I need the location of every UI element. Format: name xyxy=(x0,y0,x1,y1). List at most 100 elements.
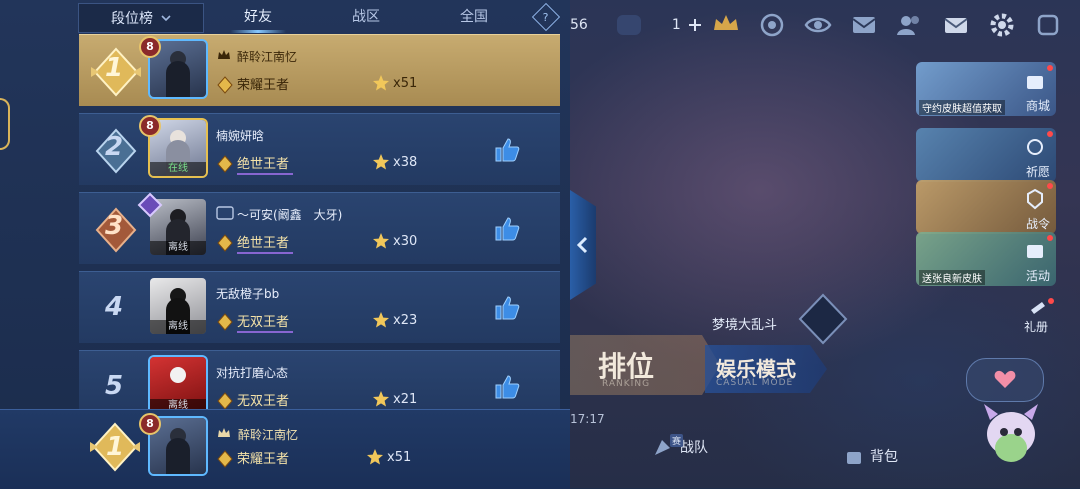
shop-caption: 守约皮肤超值获取 xyxy=(919,100,1005,115)
team-badge: 赛 xyxy=(670,434,684,447)
notification-dot xyxy=(1047,65,1053,71)
tab-region[interactable]: 战区 xyxy=(312,0,420,34)
chevron-left-icon xyxy=(576,236,588,254)
rank-number: 5 xyxy=(104,371,124,401)
star-icon xyxy=(373,312,389,328)
events-caption: 送张良新皮肤 xyxy=(919,270,985,285)
shop-icon xyxy=(1027,76,1043,89)
wish-label: 祈愿 xyxy=(1025,165,1050,179)
currency-value: 56 xyxy=(570,17,588,33)
leaderboard-row[interactable]: 5 离线 对抗打磨心态 无双王者 x21 xyxy=(79,350,560,413)
menu-wish[interactable]: 祈愿 xyxy=(916,128,1056,182)
activity-icon[interactable] xyxy=(1033,10,1063,40)
panel-edge-tab[interactable] xyxy=(0,98,10,150)
clock: 17:17 xyxy=(570,412,605,426)
leaderboard-row[interactable]: 3 离线 ～可安(阚鑫 大牙) 绝世王者 x30 xyxy=(79,192,560,264)
star-count: x21 xyxy=(372,390,417,408)
events-label: 活动 xyxy=(1025,269,1050,283)
thumbs-up-icon[interactable] xyxy=(492,372,522,402)
online-status: 在线 xyxy=(150,162,206,176)
plus-count: 1 xyxy=(671,17,681,33)
eye-icon[interactable] xyxy=(803,10,833,40)
my-ranking-bar[interactable]: 1 8 醉聆江南忆 荣耀王者 x51 xyxy=(0,409,570,489)
king-tier-icon xyxy=(217,76,233,94)
offline-status: 离线 xyxy=(150,241,206,255)
gear-icon[interactable] xyxy=(987,10,1017,40)
team-label: 战队 xyxy=(680,440,708,456)
top-bar: 56 1 xyxy=(570,0,1080,50)
player-name: ～可安(阚鑫 大牙) xyxy=(237,208,343,222)
thumbs-up-icon[interactable] xyxy=(492,135,522,165)
notification-dot xyxy=(1048,298,1054,304)
mascot-icon[interactable] xyxy=(978,396,1044,474)
offline-status: 离线 xyxy=(150,320,206,334)
menu-gift-book[interactable]: 礼册 xyxy=(1018,296,1058,336)
star-icon xyxy=(373,75,389,91)
friends-icon[interactable] xyxy=(895,10,925,40)
gift-book-label: 礼册 xyxy=(1024,320,1049,334)
tab-national[interactable]: 全国 xyxy=(420,0,528,34)
ranking-subtitle: RANKING xyxy=(602,379,651,389)
star-icon xyxy=(367,449,383,465)
thumbs-up-icon[interactable] xyxy=(492,214,522,244)
menu-shop[interactable]: 守约皮肤超值获取 商城 xyxy=(916,62,1056,116)
star-count: x23 xyxy=(372,311,417,329)
leaderboard-type-dropdown[interactable]: 段位榜 xyxy=(78,3,204,33)
star-count: x30 xyxy=(372,232,417,250)
thumbs-up-icon[interactable] xyxy=(492,293,522,323)
my-rank-number: 1 xyxy=(105,432,125,462)
battle-pass-icon xyxy=(1027,188,1043,210)
heart-icon xyxy=(994,370,1016,388)
avatar[interactable]: 离线 xyxy=(150,278,206,334)
vip-crown-icon xyxy=(218,428,230,437)
notification-dot xyxy=(1047,235,1053,241)
player-name: 楠婉妍晗 xyxy=(216,129,265,143)
battle-pass-label: 战令 xyxy=(1025,217,1050,231)
king-tier-icon xyxy=(217,155,233,173)
help-icon[interactable]: ? xyxy=(531,2,561,32)
bag-button[interactable]: 背包 xyxy=(844,446,898,466)
events-icon xyxy=(1027,245,1043,258)
gift-book-icon xyxy=(1031,302,1045,314)
tier: 荣耀王者 xyxy=(216,74,293,96)
tab-friends[interactable]: 好友 xyxy=(204,0,312,34)
event-emblem-icon[interactable] xyxy=(796,292,850,346)
bag-icon xyxy=(847,452,861,464)
wish-icon xyxy=(1027,139,1043,155)
star-icon xyxy=(373,154,389,170)
collapse-panel-button[interactable] xyxy=(570,190,596,300)
event-label: 梦境大乱斗 xyxy=(712,318,778,333)
leaderboard-tabs: 段位榜 好友 战区 全国 ? xyxy=(78,0,566,34)
king-tier-icon xyxy=(217,234,233,252)
king-tier-icon xyxy=(217,450,233,468)
level-badge: 8 xyxy=(139,36,161,58)
star-icon xyxy=(373,233,389,249)
menu-battle-pass[interactable]: 战令 xyxy=(916,180,1056,234)
message-icon[interactable] xyxy=(849,10,879,40)
king-tier-icon xyxy=(217,392,233,410)
level-badge: 8 xyxy=(139,115,161,137)
bag-label: 背包 xyxy=(870,449,898,465)
leaderboard-row[interactable]: 4 离线 无敌橙子bb 无双王者 x23 xyxy=(79,271,560,343)
vip-crown-icon xyxy=(218,50,230,59)
avatar[interactable]: 离线 xyxy=(150,357,206,413)
tier: 无双王者 xyxy=(216,311,294,333)
rank-number: 4 xyxy=(104,292,124,322)
notification-dot xyxy=(1047,183,1053,189)
spiral-icon[interactable] xyxy=(757,10,787,40)
my-tier: 荣耀王者 xyxy=(216,448,293,470)
leaderboard-row[interactable]: 2 在线 8 楠婉妍晗 绝世王者 x38 xyxy=(79,113,560,185)
chevron-down-icon xyxy=(161,15,171,22)
tier: 绝世王者 xyxy=(216,232,294,254)
dropdown-label: 段位榜 xyxy=(111,11,153,27)
mail-icon[interactable] xyxy=(941,10,971,40)
leaderboard-row[interactable]: 1 8 醉聆江南忆 荣耀王者 x51 xyxy=(79,34,560,106)
level-badge: 8 xyxy=(139,413,161,435)
stamina-icon xyxy=(616,15,641,35)
card-icon xyxy=(216,206,234,220)
my-star-count: x51 xyxy=(366,448,411,466)
player-name: 对抗打磨心态 xyxy=(216,366,289,380)
menu-events[interactable]: 送张良新皮肤 活动 xyxy=(916,232,1056,286)
plus-icon[interactable] xyxy=(687,17,703,33)
rank-crown-icon[interactable] xyxy=(711,10,741,40)
